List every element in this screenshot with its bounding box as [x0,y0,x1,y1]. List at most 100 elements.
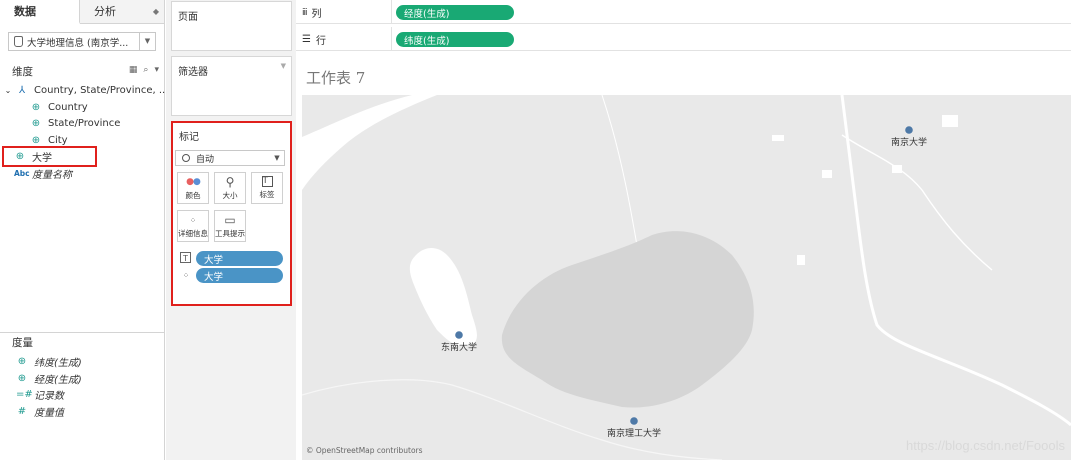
building [942,115,958,127]
map-view[interactable]: 南京大学 东南大学 南京理工大学 © OpenStreetMap contrib… [302,95,1071,460]
building [797,255,805,265]
dimension-hierarchy[interactable]: ⌄ ⅄ Country, State/Province, ... [4,83,169,98]
menu-arrow-icon[interactable]: ▾ [154,65,159,75]
detail-button-label: 详细信息 [178,229,208,238]
globe-icon: ⊕ [17,373,27,384]
hierarchy-icon: ⅄ [18,85,26,96]
rows-shelf-label: ☰ 行 [302,32,326,47]
building [772,135,784,141]
pill-text: 大学 [204,271,224,283]
tooltip-button[interactable]: ▭ 工具提示 [214,210,246,242]
pill-text: 大学 [204,254,224,266]
measures-header: 度量 [0,335,165,350]
color-dots-icon: ●● [186,177,201,187]
dimension-label: City [48,135,68,146]
measure-label: 纬度(生成) [34,358,82,369]
dimension-label: 度量名称 [32,170,72,181]
measure-latitude[interactable]: ⊕ 纬度(生成) [16,354,82,369]
number-icon: =# [16,389,33,400]
globe-icon: ⊕ [17,356,27,367]
detail-field-icon: ⁘ [182,271,190,280]
label-field-icon: T [180,252,191,263]
worksheet-title[interactable]: 工作表 7 [306,67,365,88]
dimension-label: State/Province [48,118,121,129]
building [892,165,902,173]
pages-card-title: 页面 [178,12,198,23]
mark-type-select[interactable]: 自动 ▼ [175,150,285,166]
point-marker [455,331,463,339]
search-icon[interactable]: ⌕ [143,65,148,75]
abc-icon: Abc [14,169,30,178]
rows-pill[interactable]: 纬度(生成) [396,32,514,47]
label-button[interactable]: T 标签 [251,172,283,204]
pages-card[interactable]: 页面 [171,1,292,51]
measure-record-count[interactable]: =# 记录数 [16,387,64,402]
size-icon: ⚲ [225,175,235,189]
database-icon [14,36,23,47]
circle-mark-icon [182,154,190,162]
tooltip-button-label: 工具提示 [215,229,245,238]
globe-icon: ⊕ [31,135,41,146]
tab-data[interactable]: 数据 [0,0,80,24]
marks-card-title: 标记 [179,132,199,143]
point-marker [630,417,638,425]
shelf-divider [391,0,392,24]
dimension-measure-names[interactable]: Abc 度量名称 [14,166,72,181]
mark-pill-detail[interactable]: 大学 [196,268,283,283]
data-pane: 数据 分析 ◆ 大学地理信息 (南京学... ▼ 维度 ▦ ⌕ ▾ ⌄ ⅄ Co… [0,0,169,460]
watermark: https://blog.csdn.net/Foools [906,438,1065,453]
measure-longitude[interactable]: ⊕ 经度(生成) [16,371,82,386]
columns-shelf[interactable]: iii 列 经度(生成) [296,0,1071,24]
columns-shelf-label: iii 列 [302,5,322,21]
text-label-icon: T [261,176,273,187]
dimension-state[interactable]: ⊕ State/Province [30,116,121,131]
point-marker [905,126,913,134]
rows-icon: ☰ [302,34,311,45]
rows-shelf[interactable]: ☰ 行 纬度(生成) [296,27,1071,51]
dimensions-title: 维度 [12,66,33,78]
tab-analytics[interactable]: 分析 ◆ [80,0,164,24]
columns-label: 列 [311,9,322,20]
datasource-selector[interactable]: 大学地理信息 (南京学... ▼ [8,32,156,51]
detail-button[interactable]: ⁘ 详细信息 [177,210,209,242]
pill-text: 经度(生成) [404,8,450,20]
chevron-down-icon[interactable]: ▼ [270,151,284,165]
color-button-label: 颜色 [185,191,201,200]
measure-label: 度量值 [34,408,64,419]
filters-card[interactable]: 筛选器 ▼ [171,56,292,116]
columns-pill[interactable]: 经度(生成) [396,5,514,20]
mark-type-value: 自动 [196,154,215,165]
collapse-icon[interactable]: ◆ [153,0,159,24]
number-icon: # [17,406,27,417]
tableau-workspace: 数据 分析 ◆ 大学地理信息 (南京学... ▼ 维度 ▦ ⌕ ▾ ⌄ ⅄ Co… [0,0,1071,460]
measure-label: 记录数 [34,391,64,402]
detail-dots-icon: ⁘ [189,216,197,225]
mark-pill-label[interactable]: 大学 [196,251,283,266]
measure-values[interactable]: # 度量值 [16,404,64,419]
point-label: 东南大学 [441,341,477,353]
card-menu-icon[interactable]: ▼ [281,62,286,70]
size-button[interactable]: ⚲ 大小 [214,172,246,204]
dimension-country[interactable]: ⊕ Country [30,100,88,115]
cards-column: 页面 筛选器 ▼ 标记 自动 ▼ ●● 颜色 ⚲ 大小 T 标签 ⁘ 详细信息 [166,0,296,460]
filters-card-title: 筛选器 [178,67,208,78]
point-label: 南京理工大学 [607,427,661,439]
chevron-down-icon[interactable]: ▼ [139,33,155,50]
pane-tabs: 数据 分析 ◆ [0,0,164,24]
shelf-divider [391,27,392,51]
grid-view-icon[interactable]: ▦ [129,65,138,75]
expand-icon[interactable]: ⌄ [4,86,12,95]
building [822,170,832,178]
measure-label: 经度(生成) [34,375,82,386]
tab-analytics-label: 分析 [94,5,116,18]
globe-icon: ⊕ [31,102,41,113]
dimension-label: Country, State/Province, ... [34,85,169,96]
label-button-label: 标签 [259,190,275,199]
highlight-box [2,146,97,167]
globe-icon: ⊕ [31,118,41,129]
worksheet: 工作表 7 南京大学 东南大学 南京理工大学 © OpenStreetMap c… [296,57,1071,460]
color-button[interactable]: ●● 颜色 [177,172,209,204]
measures-title: 度量 [12,337,33,349]
tooltip-icon: ▭ [224,213,236,227]
dimensions-header: 维度 ▦ ⌕ ▾ [0,64,165,79]
